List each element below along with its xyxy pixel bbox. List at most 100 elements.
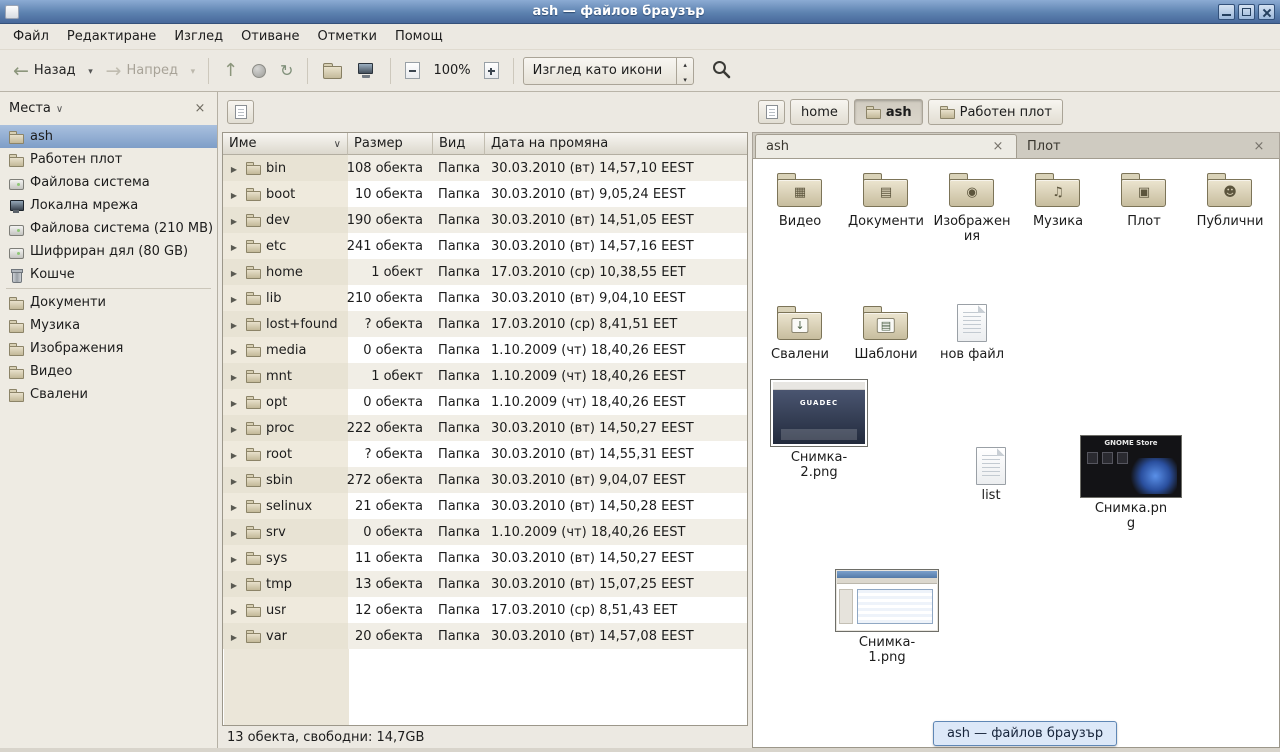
close-button[interactable] [1258, 4, 1275, 20]
table-row[interactable]: proc222 обектаПапка30.03.2010 (вт) 14,50… [223, 415, 747, 441]
icon-view-item[interactable]: Снимка-1.png [835, 569, 939, 665]
expander-icon[interactable] [228, 525, 240, 540]
table-row[interactable]: dev190 обектаПапка30.03.2010 (вт) 14,51,… [223, 207, 747, 233]
expander-icon[interactable] [228, 187, 240, 202]
sidebar-item[interactable]: Шифриран дял (80 GB) [0, 240, 217, 263]
sidebar-item[interactable]: Работен плот [0, 148, 217, 171]
table-row[interactable]: usr12 обектаПапка17.03.2010 (ср) 8,51,43… [223, 597, 747, 623]
back-button[interactable]: Назад [6, 55, 83, 87]
path-button[interactable]: home [790, 99, 849, 125]
table-row[interactable]: opt0 обектаПапка1.10.2009 (чт) 18,40,26 … [223, 389, 747, 415]
sidebar-close-button[interactable] [192, 101, 208, 116]
menu-item[interactable]: Файл [4, 26, 58, 47]
expander-icon[interactable] [228, 395, 240, 410]
menu-item[interactable]: Редактиране [58, 26, 165, 47]
table-row[interactable]: selinux21 обектаПапка30.03.2010 (вт) 14,… [223, 493, 747, 519]
icon-view-item[interactable]: GNOME Store Снимка.png [1080, 435, 1182, 531]
table-row[interactable]: boot10 обектаПапка30.03.2010 (вт) 9,05,2… [223, 181, 747, 207]
sidebar-item[interactable]: Музика [0, 314, 217, 337]
table-row[interactable]: sys11 обектаПапка30.03.2010 (вт) 14,50,2… [223, 545, 747, 571]
icon-view-item[interactable]: нов файл [930, 304, 1014, 362]
tab-plot[interactable]: Плот [1017, 134, 1277, 158]
column-header[interactable]: Име [223, 133, 348, 155]
icon-view-item[interactable]: ▣Плот [1102, 171, 1186, 244]
expander-icon[interactable] [228, 447, 240, 462]
stepper-icons[interactable] [676, 58, 693, 84]
maximize-button[interactable] [1238, 4, 1255, 20]
icon-view-item[interactable]: ◉Изображения [930, 171, 1014, 244]
tab-close-icon[interactable] [990, 139, 1006, 154]
expander-icon[interactable] [228, 499, 240, 514]
expander-icon[interactable] [228, 421, 240, 436]
zoom-in-button[interactable] [477, 55, 506, 87]
table-row[interactable]: sbin272 обектаПапка30.03.2010 (вт) 9,04,… [223, 467, 747, 493]
expander-icon[interactable] [228, 161, 240, 176]
sidebar-title[interactable]: Места [9, 101, 51, 116]
tab-ash[interactable]: ash [755, 134, 1017, 158]
computer-button[interactable] [349, 55, 383, 87]
table-row[interactable]: lost+found? обектаПапка17.03.2010 (ср) 8… [223, 311, 747, 337]
sidebar-item[interactable]: Видео [0, 360, 217, 383]
table-row[interactable]: etc241 обектаПапка30.03.2010 (вт) 14,57,… [223, 233, 747, 259]
expander-icon[interactable] [228, 369, 240, 384]
up-button[interactable] [216, 55, 245, 87]
icon-view-item[interactable]: ▦Видео [758, 171, 842, 244]
forward-dropdown-button[interactable] [185, 55, 201, 87]
expander-icon[interactable] [228, 473, 240, 488]
table-row[interactable]: root? обектаПапка30.03.2010 (вт) 14,55,3… [223, 441, 747, 467]
reload-button[interactable] [273, 55, 300, 87]
column-header[interactable]: Дата на промяна [485, 133, 747, 155]
table-row[interactable]: srv0 обектаПапка1.10.2009 (чт) 18,40,26 … [223, 519, 747, 545]
menu-item[interactable]: Отметки [308, 26, 385, 47]
sidebar-item[interactable]: Файлова система (210 MB) [0, 217, 217, 240]
search-button[interactable] [704, 55, 738, 87]
table-row[interactable]: var20 обектаПапка30.03.2010 (вт) 14,57,0… [223, 623, 747, 649]
home-button[interactable] [315, 55, 349, 87]
titlebar[interactable]: ash — файлов браузър [0, 0, 1280, 24]
path-button[interactable]: Работен плот [928, 99, 1063, 125]
menu-item[interactable]: Помощ [386, 26, 452, 47]
expander-icon[interactable] [228, 291, 240, 306]
table-row[interactable]: home1 обектПапка17.03.2010 (ср) 10,38,55… [223, 259, 747, 285]
tab-close-icon[interactable] [1251, 139, 1267, 154]
expander-icon[interactable] [228, 343, 240, 358]
location-toggle-button[interactable] [227, 100, 254, 124]
table-row[interactable]: mnt1 обектПапка1.10.2009 (чт) 18,40,26 E… [223, 363, 747, 389]
zoom-out-button[interactable] [398, 55, 427, 87]
expander-icon[interactable] [228, 603, 240, 618]
icon-view-item[interactable]: ↓Свалени [758, 304, 842, 362]
sidebar-item[interactable]: Изображения [0, 337, 217, 360]
back-dropdown-button[interactable] [83, 55, 99, 87]
sidebar-dropdown-icon[interactable] [56, 101, 63, 116]
expander-icon[interactable] [228, 577, 240, 592]
table-row[interactable]: bin108 обектаПапка30.03.2010 (вт) 14,57,… [223, 155, 747, 181]
menu-item[interactable]: Изглед [165, 26, 232, 47]
table-row[interactable]: lib210 обектаПапка30.03.2010 (вт) 9,04,1… [223, 285, 747, 311]
expander-icon[interactable] [228, 239, 240, 254]
location-toggle-button[interactable] [758, 100, 785, 124]
icon-view-item[interactable]: ♫Музика [1016, 171, 1100, 244]
icon-view[interactable]: ▦Видео▤Документи◉Изображения♫Музика▣Плот… [752, 159, 1280, 748]
icon-view-item[interactable]: ▤Документи [844, 171, 928, 244]
sidebar-item[interactable]: Кошче [0, 263, 217, 286]
sidebar-item[interactable]: Документи [0, 291, 217, 314]
icon-view-item[interactable]: ☻Публични [1188, 171, 1272, 244]
table-row[interactable]: media0 обектаПапка1.10.2009 (чт) 18,40,2… [223, 337, 747, 363]
stop-button[interactable] [245, 55, 273, 87]
expander-icon[interactable] [228, 317, 240, 332]
forward-button[interactable]: Напред [99, 55, 185, 87]
expander-icon[interactable] [228, 551, 240, 566]
icon-view-item[interactable]: list [963, 447, 1019, 503]
column-header[interactable]: Размер [348, 133, 433, 155]
icon-view-item[interactable]: ▤Шаблони [844, 304, 928, 362]
sidebar-item[interactable]: Файлова система [0, 171, 217, 194]
expander-icon[interactable] [228, 213, 240, 228]
view-selector[interactable]: Изглед като икони [523, 57, 695, 85]
expander-icon[interactable] [228, 629, 240, 644]
sidebar-item[interactable]: ash [0, 125, 217, 148]
expander-icon[interactable] [228, 265, 240, 280]
icon-view-item[interactable]: GUADEC Снимка-2.png [770, 379, 868, 480]
path-button[interactable]: ash [854, 99, 923, 125]
menu-item[interactable]: Отиване [232, 26, 308, 47]
column-header[interactable]: Вид [433, 133, 485, 155]
